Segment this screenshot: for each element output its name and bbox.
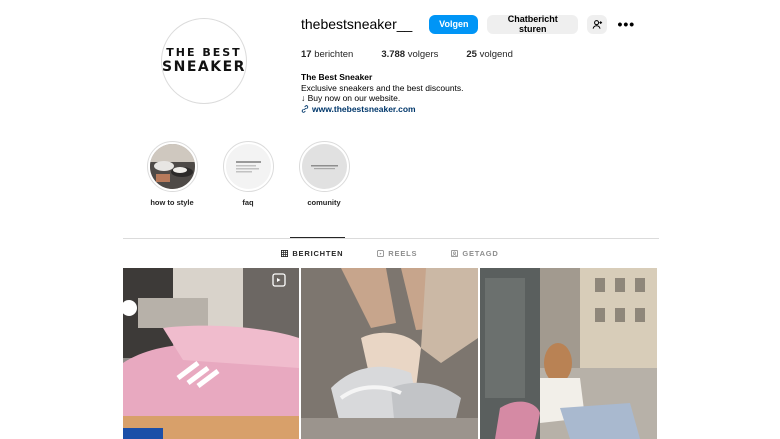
following-stat[interactable]: 25 volgend	[466, 49, 513, 60]
posts-count: 17	[301, 49, 312, 60]
link-icon	[301, 104, 309, 113]
active-tab-indicator	[290, 237, 345, 238]
tab-reels[interactable]: REELS	[377, 249, 417, 258]
profile-bio: The Best Sneaker Exclusive sneakers and …	[301, 72, 464, 114]
post-pink-sneakers[interactable]	[123, 268, 299, 439]
tab-berichten[interactable]: BERICHTEN	[281, 249, 343, 258]
highlight-ring	[298, 141, 350, 192]
posts-label: berichten	[314, 49, 354, 60]
follow-button[interactable]: Volgen	[429, 14, 479, 34]
tabs-divider	[123, 238, 659, 239]
profile-tabs: BERICHTEN REELS GETAGD	[0, 249, 780, 258]
followers-stat[interactable]: 3.788 volgers	[381, 49, 438, 60]
highlight-label: faq	[242, 198, 254, 207]
highlight-faq[interactable]: faq	[218, 141, 278, 207]
following-label: volgend	[479, 49, 513, 60]
profile-avatar[interactable]: THE BEST SNEAKER	[161, 18, 247, 104]
tab-label: GETAGD	[462, 249, 499, 258]
highlight-image	[225, 144, 271, 189]
highlight-label: comunity	[307, 198, 341, 207]
bio-line: Exclusive sneakers and the best discount…	[301, 82, 464, 93]
highlight-ring	[146, 141, 198, 192]
message-button[interactable]: Chatbericht sturen	[487, 14, 579, 34]
add-person-icon	[592, 19, 602, 29]
bio-link-text: www.thebestsneaker.com	[312, 103, 416, 114]
avatar-text-top: THE BEST	[166, 46, 242, 59]
bio-name: The Best Sneaker	[301, 72, 373, 82]
more-horizontal-icon[interactable]: •••	[616, 16, 636, 32]
highlight-ring	[222, 141, 274, 192]
tab-label: BERICHTEN	[292, 249, 344, 258]
post-image	[123, 268, 299, 439]
post-silver-sneakers[interactable]	[301, 268, 478, 439]
highlight-image	[301, 144, 347, 189]
post-image	[480, 268, 657, 439]
highlight-how-to-style[interactable]: how to style	[142, 141, 202, 207]
avatar-text-bottom: SNEAKER	[162, 59, 246, 75]
posts-stat[interactable]: 17 berichten	[301, 49, 353, 60]
followers-count: 3.788	[381, 49, 406, 60]
tab-label: REELS	[388, 249, 418, 258]
tagged-icon	[451, 250, 459, 257]
username: thebestsneaker__	[301, 16, 413, 32]
highlight-label: how to style	[150, 198, 194, 207]
bio-line: ↓ Buy now on our website.	[301, 93, 401, 103]
profile-stats: 17 berichten 3.788 volgers 25 volgend	[301, 49, 513, 60]
bio-link[interactable]: www.thebestsneaker.com	[301, 104, 464, 115]
followers-label: volgers	[407, 49, 439, 60]
post-street-style[interactable]	[480, 268, 657, 439]
highlight-image	[149, 144, 195, 189]
reels-icon	[377, 250, 385, 257]
highlight-comunity[interactable]: comunity	[294, 141, 354, 207]
tab-getagd[interactable]: GETAGD	[451, 249, 498, 258]
post-image	[301, 268, 478, 439]
following-count: 25	[466, 49, 477, 60]
profile-header: thebestsneaker__ Volgen Chatbericht stur…	[301, 13, 636, 35]
grid-icon	[281, 250, 289, 257]
suggest-button[interactable]	[587, 14, 608, 34]
